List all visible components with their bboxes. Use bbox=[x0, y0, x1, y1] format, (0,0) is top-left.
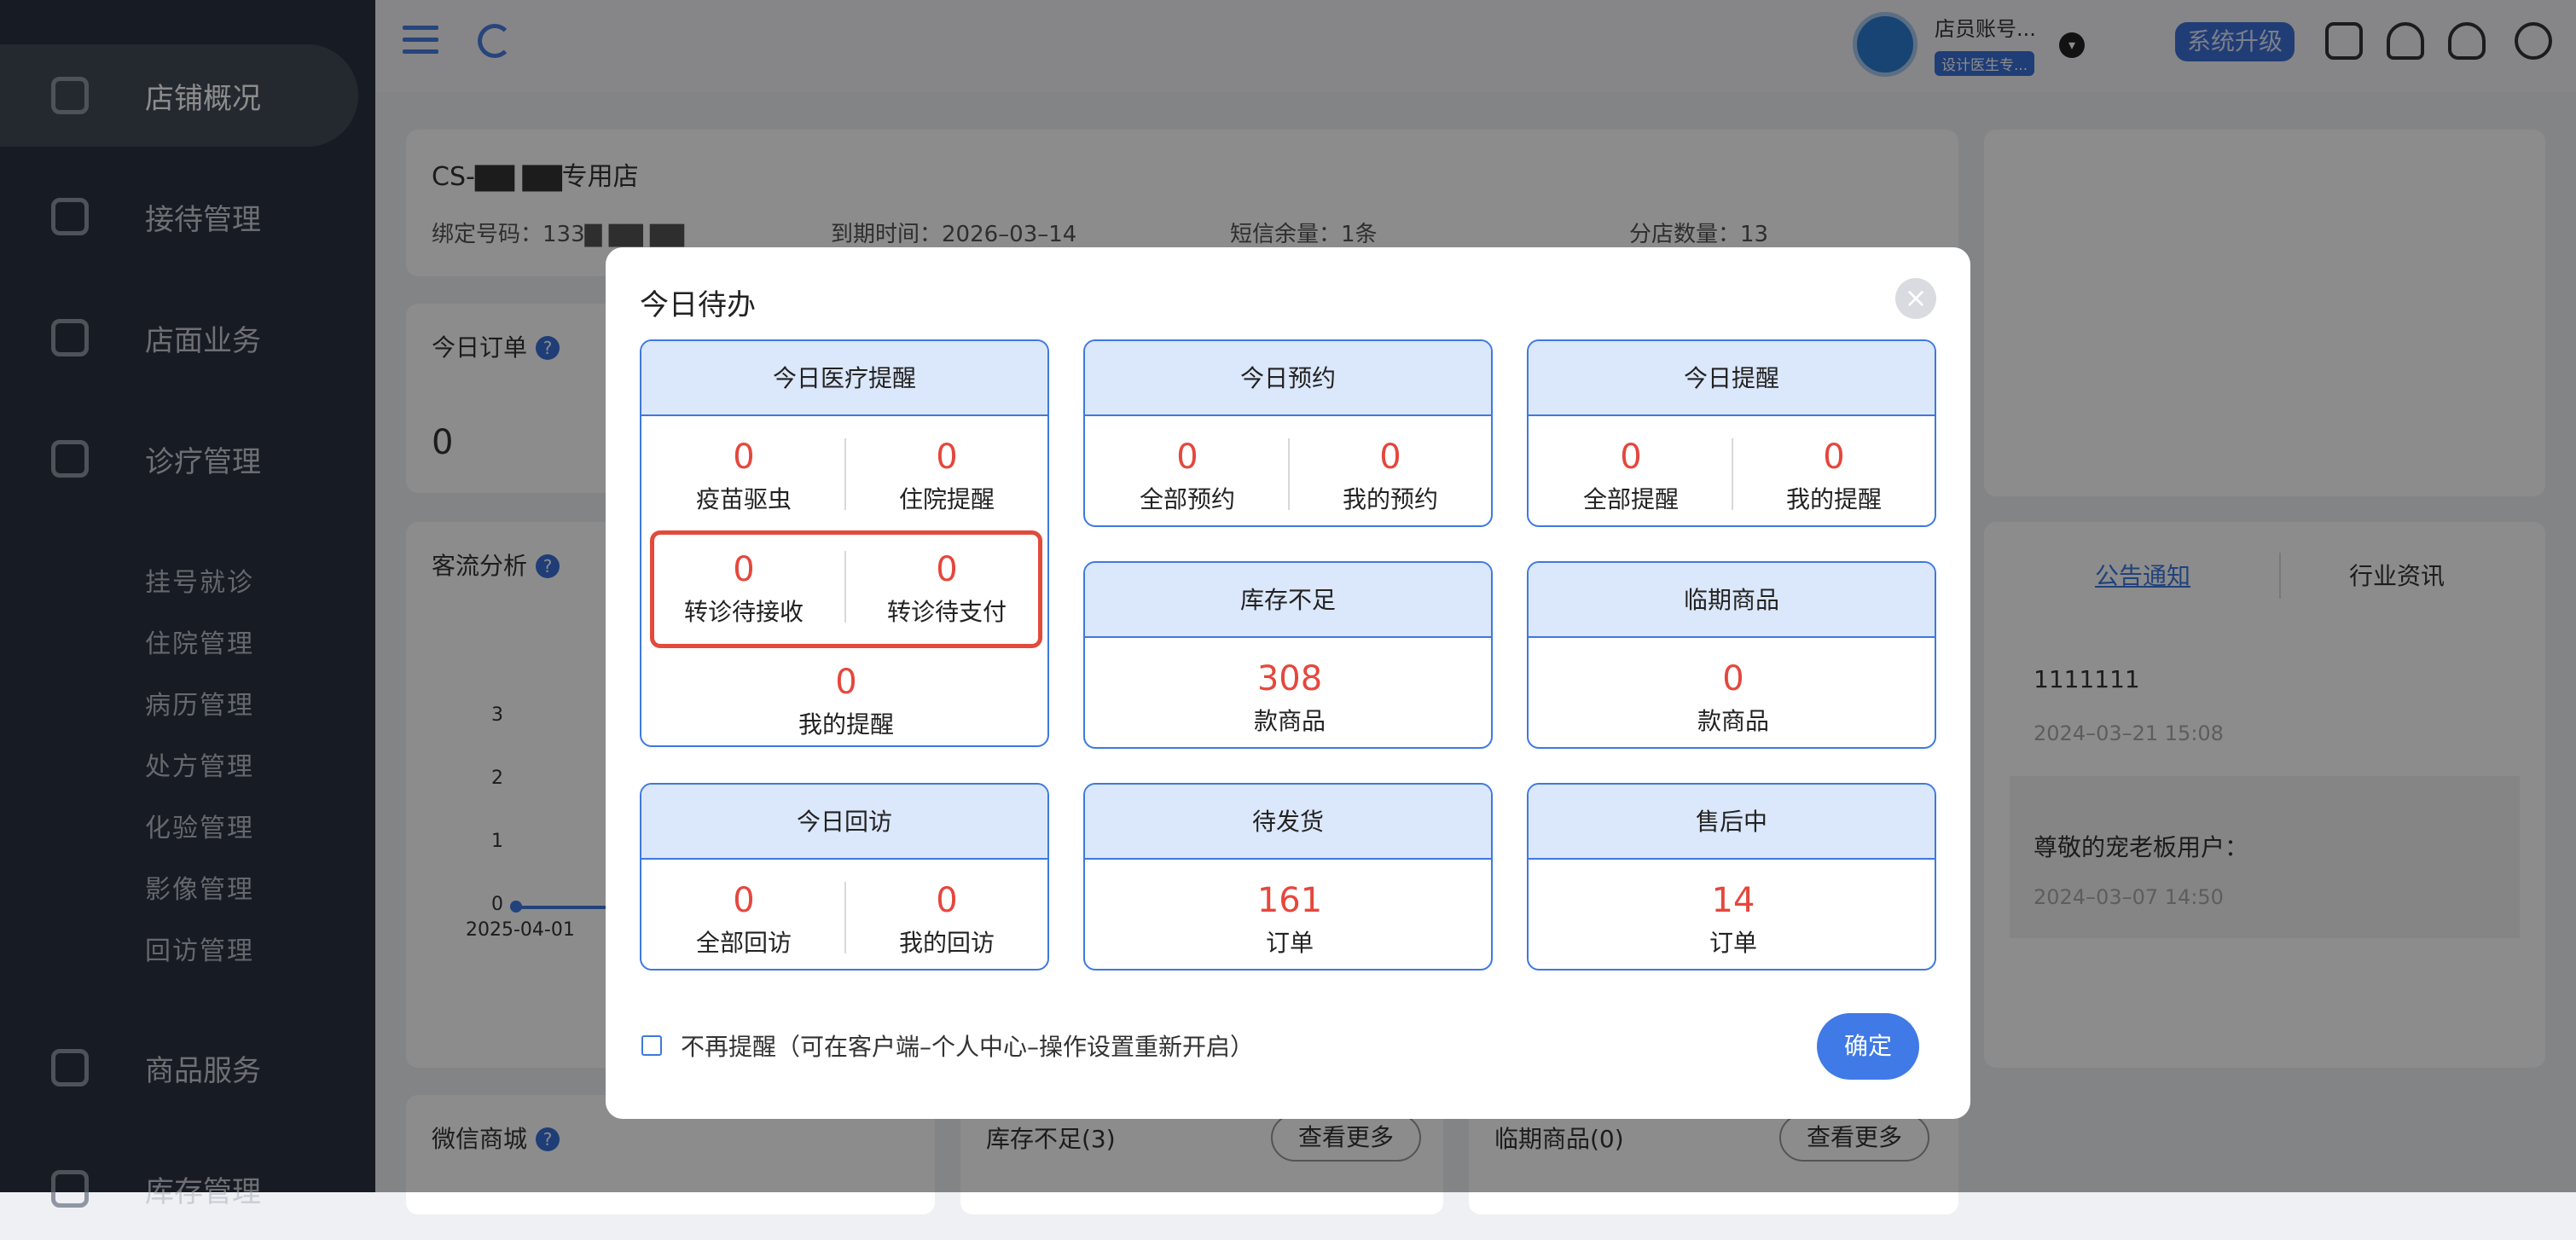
count-label: 我的提醒 bbox=[798, 710, 894, 739]
appointment-box: 今日预约 0 全部预约 0 我的预约 bbox=[1083, 339, 1493, 527]
divider bbox=[844, 882, 846, 953]
count-label: 订单 bbox=[1265, 929, 1314, 957]
dont-remind-label[interactable]: 不再提醒（可在客户端–个人中心–操作设置重新开启） bbox=[681, 1029, 1254, 1063]
box-header: 今日预约 bbox=[1085, 341, 1491, 416]
box-header: 待发货 bbox=[1085, 785, 1491, 860]
stock-low-count[interactable]: 308 款商品 bbox=[1204, 658, 1375, 739]
divider bbox=[1288, 438, 1290, 510]
count: 0 bbox=[733, 550, 755, 589]
confirm-button[interactable]: 确定 bbox=[1817, 1013, 1919, 1080]
count-label: 转诊待接收 bbox=[683, 598, 804, 626]
divider bbox=[844, 438, 846, 510]
modal-title: 今日待办 bbox=[640, 288, 756, 322]
my-reminder[interactable]: 0 我的提醒 bbox=[761, 662, 931, 742]
count: 0 bbox=[835, 663, 857, 702]
count: 0 bbox=[936, 437, 958, 477]
count: 161 bbox=[1256, 881, 1323, 920]
count-label: 款商品 bbox=[1253, 707, 1326, 735]
stock-low-box[interactable]: 库存不足 308 款商品 bbox=[1083, 561, 1493, 749]
count: 0 bbox=[1379, 437, 1401, 477]
count-label: 转诊待支付 bbox=[886, 598, 1007, 626]
count: 0 bbox=[1176, 437, 1198, 477]
count: 0 bbox=[733, 881, 755, 920]
medical-reminder-box: 今日医疗提醒 0 疫苗驱虫 0 住院提醒 0 转诊待接收 0 转诊待支付 0 我… bbox=[640, 339, 1049, 747]
vaccine-reminder[interactable]: 0 疫苗驱虫 bbox=[659, 437, 829, 517]
all-revisits[interactable]: 0 全部回访 bbox=[659, 880, 829, 960]
box-header: 今日回访 bbox=[641, 785, 1047, 860]
divider bbox=[1732, 438, 1733, 510]
all-reminders[interactable]: 0 全部提醒 bbox=[1546, 437, 1716, 517]
transfer-pending-receive[interactable]: 0 转诊待接收 bbox=[659, 549, 829, 629]
count: 0 bbox=[1620, 437, 1642, 477]
near-expiry-count[interactable]: 0 款商品 bbox=[1648, 658, 1819, 739]
count-label: 我的回访 bbox=[898, 929, 995, 957]
box-header: 今日提醒 bbox=[1529, 341, 1935, 416]
count-label: 住院提醒 bbox=[898, 485, 995, 513]
count-label: 疫苗驱虫 bbox=[695, 485, 792, 513]
count: 0 bbox=[1722, 659, 1744, 698]
all-appointments[interactable]: 0 全部预约 bbox=[1102, 437, 1273, 517]
near-expiry-box[interactable]: 临期商品 0 款商品 bbox=[1527, 561, 1936, 749]
count: 0 bbox=[936, 550, 958, 589]
count-label: 我的预约 bbox=[1342, 485, 1438, 513]
to-ship-box[interactable]: 待发货 161 订单 bbox=[1083, 783, 1493, 971]
after-sales-count[interactable]: 14 订单 bbox=[1648, 880, 1819, 960]
box-header: 今日医疗提醒 bbox=[641, 341, 1047, 416]
revisit-box: 今日回访 0 全部回访 0 我的回访 bbox=[640, 783, 1049, 971]
count: 308 bbox=[1256, 659, 1323, 698]
to-ship-count[interactable]: 161 订单 bbox=[1204, 880, 1375, 960]
transfer-pending-pay[interactable]: 0 转诊待支付 bbox=[862, 549, 1032, 629]
divider bbox=[844, 551, 846, 623]
after-sales-box[interactable]: 售后中 14 订单 bbox=[1527, 783, 1936, 971]
count-label: 全部预约 bbox=[1139, 485, 1235, 513]
count: 0 bbox=[733, 437, 755, 477]
count-label: 款商品 bbox=[1697, 707, 1769, 735]
my-reminders[interactable]: 0 我的提醒 bbox=[1749, 437, 1919, 517]
box-header: 售后中 bbox=[1529, 785, 1935, 860]
count-label: 全部回访 bbox=[695, 929, 792, 957]
today-reminder-box: 今日提醒 0 全部提醒 0 我的提醒 bbox=[1527, 339, 1936, 527]
count: 0 bbox=[1823, 437, 1845, 477]
count-label: 订单 bbox=[1709, 929, 1757, 957]
close-icon[interactable]: × bbox=[1895, 278, 1936, 319]
box-header: 临期商品 bbox=[1529, 563, 1935, 638]
count: 0 bbox=[936, 881, 958, 920]
dont-remind-checkbox[interactable] bbox=[641, 1035, 662, 1056]
my-appointments[interactable]: 0 我的预约 bbox=[1305, 437, 1476, 517]
inpatient-reminder[interactable]: 0 住院提醒 bbox=[862, 437, 1032, 517]
count: 14 bbox=[1711, 881, 1755, 920]
box-header: 库存不足 bbox=[1085, 563, 1491, 638]
count-label: 我的提醒 bbox=[1785, 485, 1882, 513]
my-revisits[interactable]: 0 我的回访 bbox=[862, 880, 1032, 960]
todo-modal: 今日待办 × 今日医疗提醒 0 疫苗驱虫 0 住院提醒 0 转诊待接收 0 转诊… bbox=[606, 247, 1970, 1119]
count-label: 全部提醒 bbox=[1582, 485, 1679, 513]
